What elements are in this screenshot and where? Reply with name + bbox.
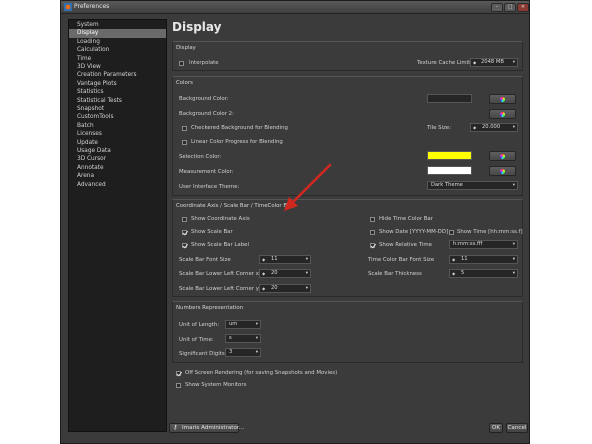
annotation-arrow (284, 163, 332, 211)
annotation-arrow-shaft (290, 163, 332, 205)
